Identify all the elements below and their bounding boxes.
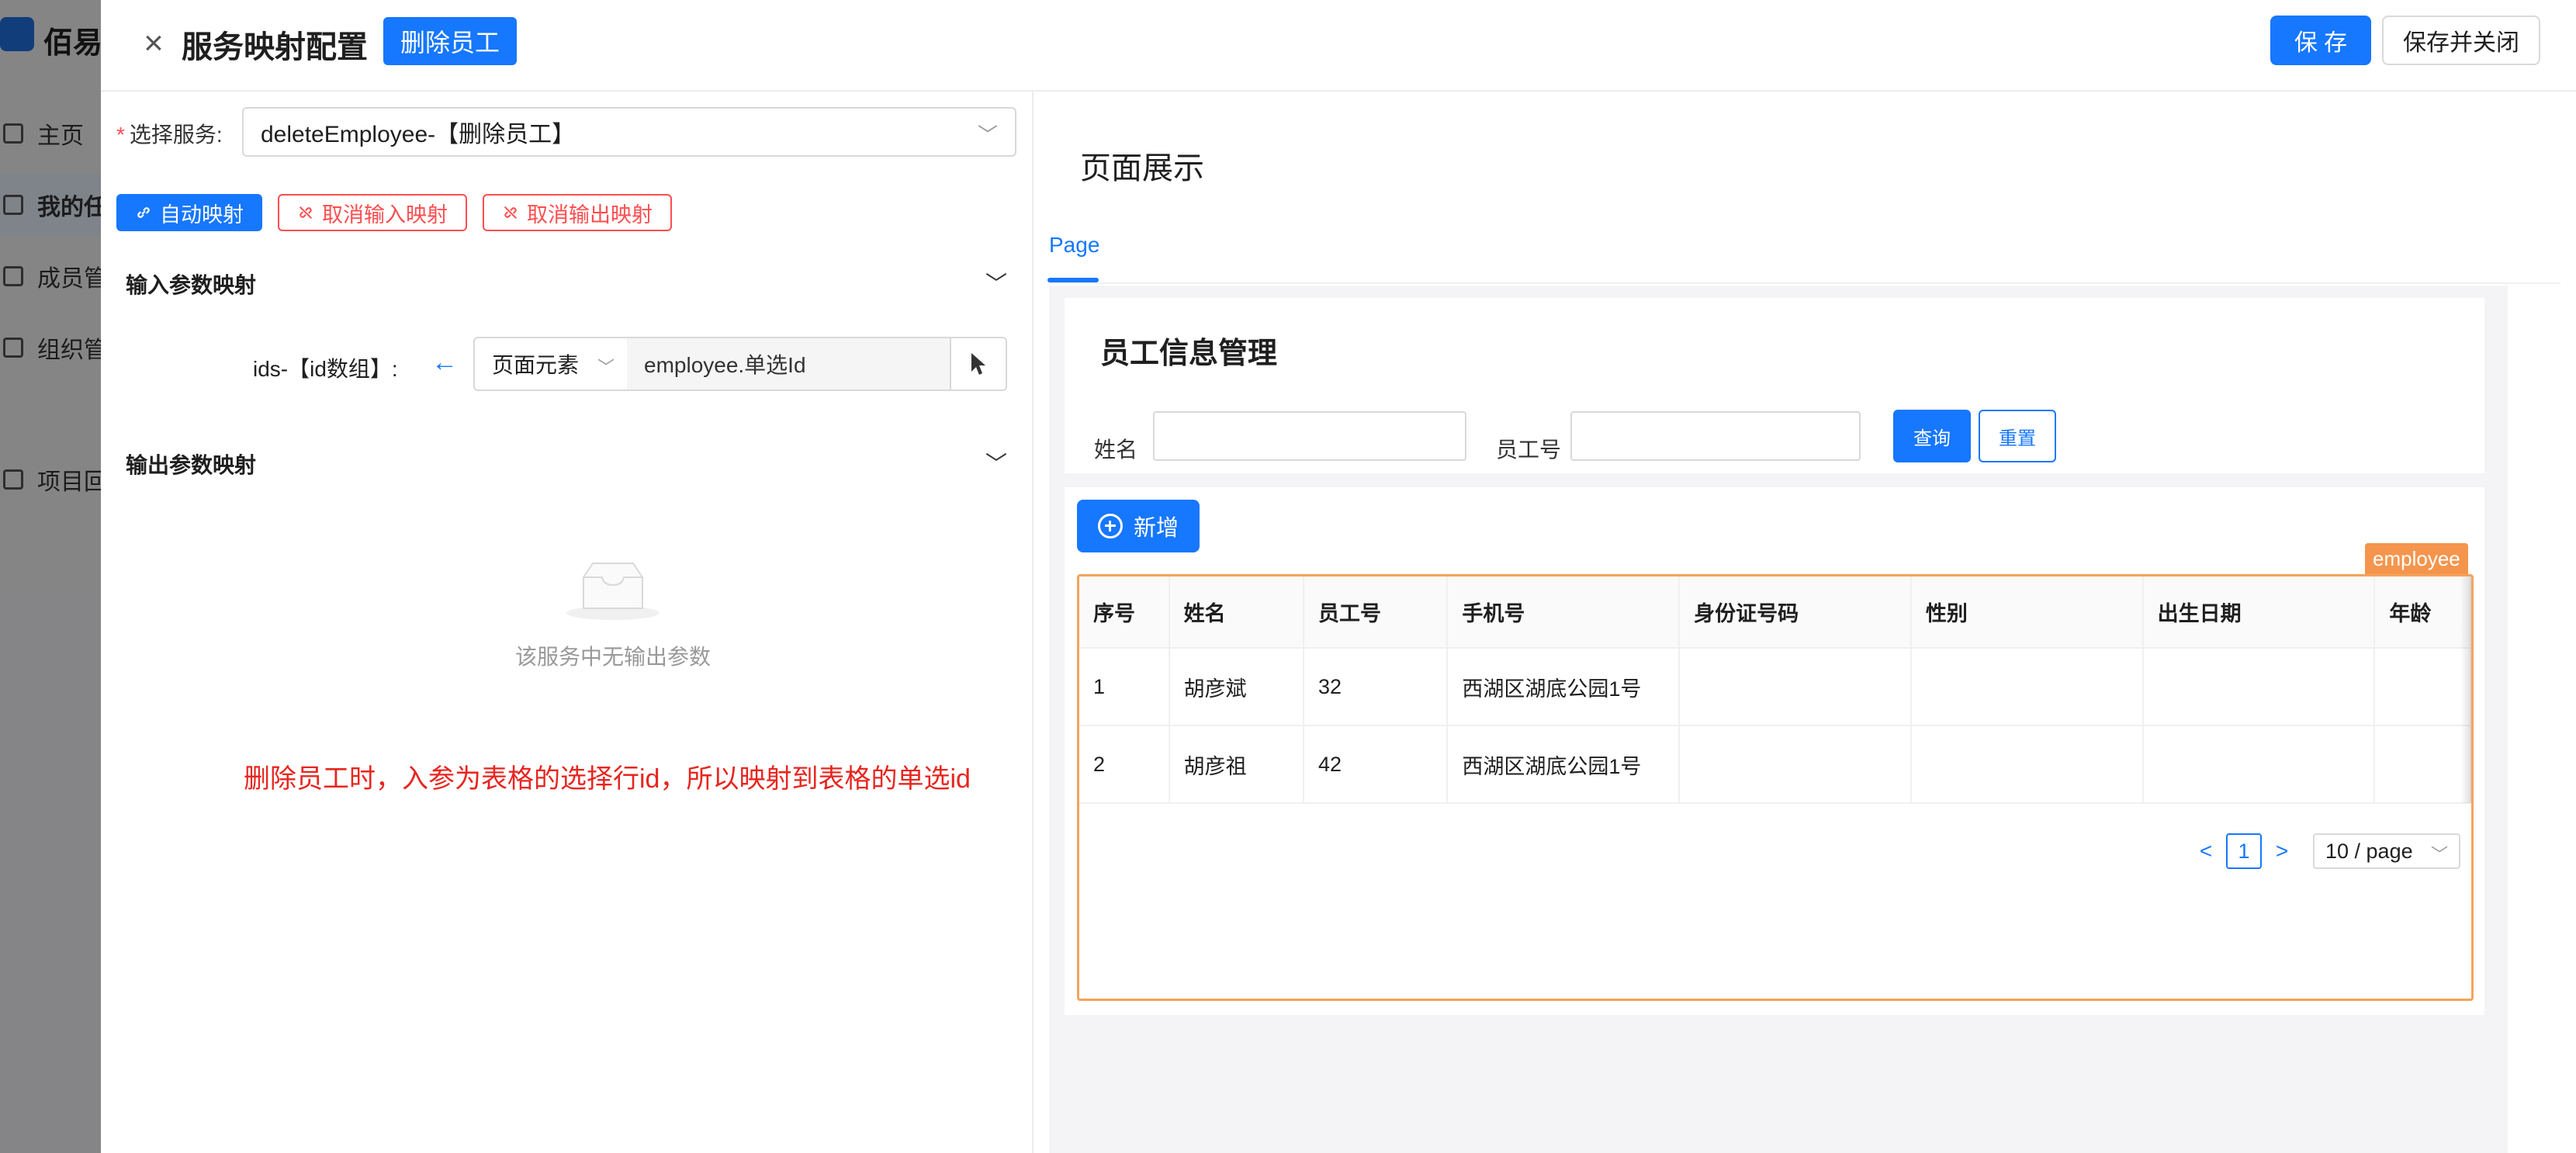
output-mapping-section-title[interactable]: 输出参数映射: [126, 448, 256, 480]
page-size-select[interactable]: 10 / page ﹀: [2313, 833, 2460, 869]
source-type-select[interactable]: 页面元素 ﹀: [473, 337, 628, 391]
empty-text: 该服务中无输出参数: [514, 645, 711, 669]
arrow-left-icon: ←: [431, 348, 458, 377]
required-mark: *: [116, 123, 125, 147]
empty-state: 该服务中无输出参数: [419, 557, 807, 671]
table-cell: 胡彦斌: [1169, 648, 1305, 726]
component-tag: employee: [2365, 543, 2468, 574]
table-row[interactable]: 2 胡彦祖 42 西湖区湖底公园1号: [1079, 725, 2471, 804]
service-select-value: deleteEmployee-【删除员工】: [261, 122, 576, 147]
element-picker-button[interactable]: [950, 337, 1007, 391]
empty-inbox-icon: [566, 563, 660, 620]
chevron-down-icon: ﹀: [977, 123, 998, 147]
cancel-output-label: 取消输出映射: [527, 203, 653, 227]
page-number-current[interactable]: 1: [2226, 833, 2262, 869]
drawer-title: 服务映射配置: [182, 30, 368, 64]
table-card: 新增 employee 序号 姓名 员工号 手机号 身份证号码 性别 出生日期 …: [1065, 487, 2484, 1015]
table-cell: [2374, 725, 2471, 804]
column-header[interactable]: 员工号: [1304, 576, 1449, 649]
employee-no-filter-input[interactable]: [1570, 411, 1861, 461]
cancel-input-label: 取消输入映射: [322, 203, 448, 227]
auto-map-label: 自动映射: [160, 203, 244, 227]
cancel-input-mapping-button[interactable]: 取消输入映射: [278, 194, 467, 231]
page-title: 员工信息管理: [1100, 338, 1278, 370]
plus-circle-icon: [1097, 514, 1123, 538]
annotation-note: 删除员工时，入参为表格的选择行id，所以映射到表格的单选id: [244, 764, 971, 794]
table-cell: [2142, 725, 2376, 804]
auto-map-button[interactable]: 自动映射: [116, 194, 262, 231]
drawer-header: × 服务映射配置 删除员工 保 存 保存并关闭: [101, 0, 2576, 92]
table-cell: [1679, 725, 1912, 804]
page-size-value: 10 / page: [2325, 839, 2413, 863]
next-page-button[interactable]: >: [2271, 839, 2293, 864]
tab-bar-divider: [1047, 282, 2560, 284]
add-label: 新增: [1133, 516, 1179, 541]
tab-page[interactable]: Page: [1049, 233, 1099, 258]
column-header[interactable]: 身份证号码: [1679, 576, 1912, 649]
service-mapping-drawer: × 服务映射配置 删除员工 保 存 保存并关闭 * 选择服务: deleteEmp…: [101, 0, 2576, 1153]
service-field-label: * 选择服务:: [116, 123, 223, 147]
column-header[interactable]: 姓名: [1169, 576, 1305, 649]
pagination: < 1 > 10 / page ﹀: [2195, 833, 2460, 870]
add-button[interactable]: 新增: [1077, 500, 1200, 552]
disconnect-icon: [504, 206, 518, 220]
table-cell: [1910, 648, 2144, 726]
preview-canvas: 员工信息管理 姓名 员工号 查询 重置 新增 employee 序号 姓名 员工…: [1049, 286, 2508, 1153]
chevron-down-icon[interactable]: ﹀: [985, 267, 1007, 298]
table-cell: 32: [1304, 648, 1449, 726]
table-cell: [2374, 648, 2471, 726]
chevron-down-icon[interactable]: ﹀: [985, 447, 1007, 478]
table-cell: 42: [1304, 725, 1449, 804]
employee-no-filter-label: 员工号: [1496, 438, 1562, 462]
column-header[interactable]: 出生日期: [2142, 576, 2376, 649]
table-row[interactable]: 1 胡彦斌 32 西湖区湖底公园1号: [1079, 648, 2471, 726]
disconnect-icon: [299, 206, 313, 220]
save-button[interactable]: 保 存: [2270, 16, 2371, 65]
service-tag: 删除员工: [383, 17, 518, 65]
name-filter-label: 姓名: [1094, 438, 1138, 462]
table-cell: 2: [1079, 725, 1170, 804]
name-filter-input[interactable]: [1153, 411, 1466, 461]
cursor-icon: [971, 353, 985, 375]
table-cell: 1: [1079, 648, 1170, 726]
horizontal-scroll-shadow: [2460, 576, 2471, 803]
table-cell: [1910, 725, 2144, 804]
param-label: ids-【id数组】:: [253, 357, 398, 381]
chevron-down-icon: ﹀: [597, 358, 615, 377]
preview-title: 页面展示: [1080, 151, 1204, 185]
employee-table[interactable]: 序号 姓名 员工号 手机号 身份证号码 性别 出生日期 年龄 1 胡彦斌 32 …: [1077, 574, 2474, 1001]
page-preview-panel: 页面展示 Page 员工信息管理 姓名 员工号 查询 重置 新增 employe…: [1034, 92, 2576, 1153]
source-value-field[interactable]: employee.单选Id: [627, 337, 951, 391]
mapping-config-panel: * 选择服务: deleteEmployee-【删除员工】 ﹀ 自动映射 取消输入…: [101, 92, 1032, 1153]
reset-button[interactable]: 重置: [1979, 410, 2056, 462]
table-cell: [2142, 648, 2376, 726]
chevron-down-icon: ﹀: [2430, 845, 2448, 864]
service-select[interactable]: deleteEmployee-【删除员工】 ﹀: [242, 107, 1016, 157]
save-and-close-button[interactable]: 保存并关闭: [2382, 16, 2540, 65]
cancel-output-mapping-button[interactable]: 取消输出映射: [483, 194, 672, 231]
table-cell: [1679, 648, 1912, 726]
link-icon: [137, 207, 150, 218]
table-cell: 胡彦祖: [1169, 725, 1305, 804]
table-cell: 西湖区湖底公园1号: [1447, 648, 1681, 726]
table-cell: 西湖区湖底公园1号: [1447, 725, 1681, 804]
input-mapping-section-title[interactable]: 输入参数映射: [126, 268, 256, 300]
search-card: 员工信息管理 姓名 员工号 查询 重置: [1065, 298, 2484, 473]
query-button[interactable]: 查询: [1893, 410, 1971, 462]
column-header[interactable]: 年龄: [2374, 576, 2471, 649]
data-table: 序号 姓名 员工号 手机号 身份证号码 性别 出生日期 年龄 1 胡彦斌 32 …: [1079, 576, 2471, 804]
prev-page-button[interactable]: <: [2195, 839, 2217, 864]
source-type-value: 页面元素: [492, 353, 580, 377]
column-header[interactable]: 手机号: [1447, 576, 1681, 649]
table-header-row: 序号 姓名 员工号 手机号 身份证号码 性别 出生日期 年龄: [1079, 576, 2471, 649]
column-header[interactable]: 序号: [1079, 576, 1170, 649]
column-header[interactable]: 性别: [1910, 576, 2144, 649]
close-icon[interactable]: ×: [135, 24, 172, 62]
